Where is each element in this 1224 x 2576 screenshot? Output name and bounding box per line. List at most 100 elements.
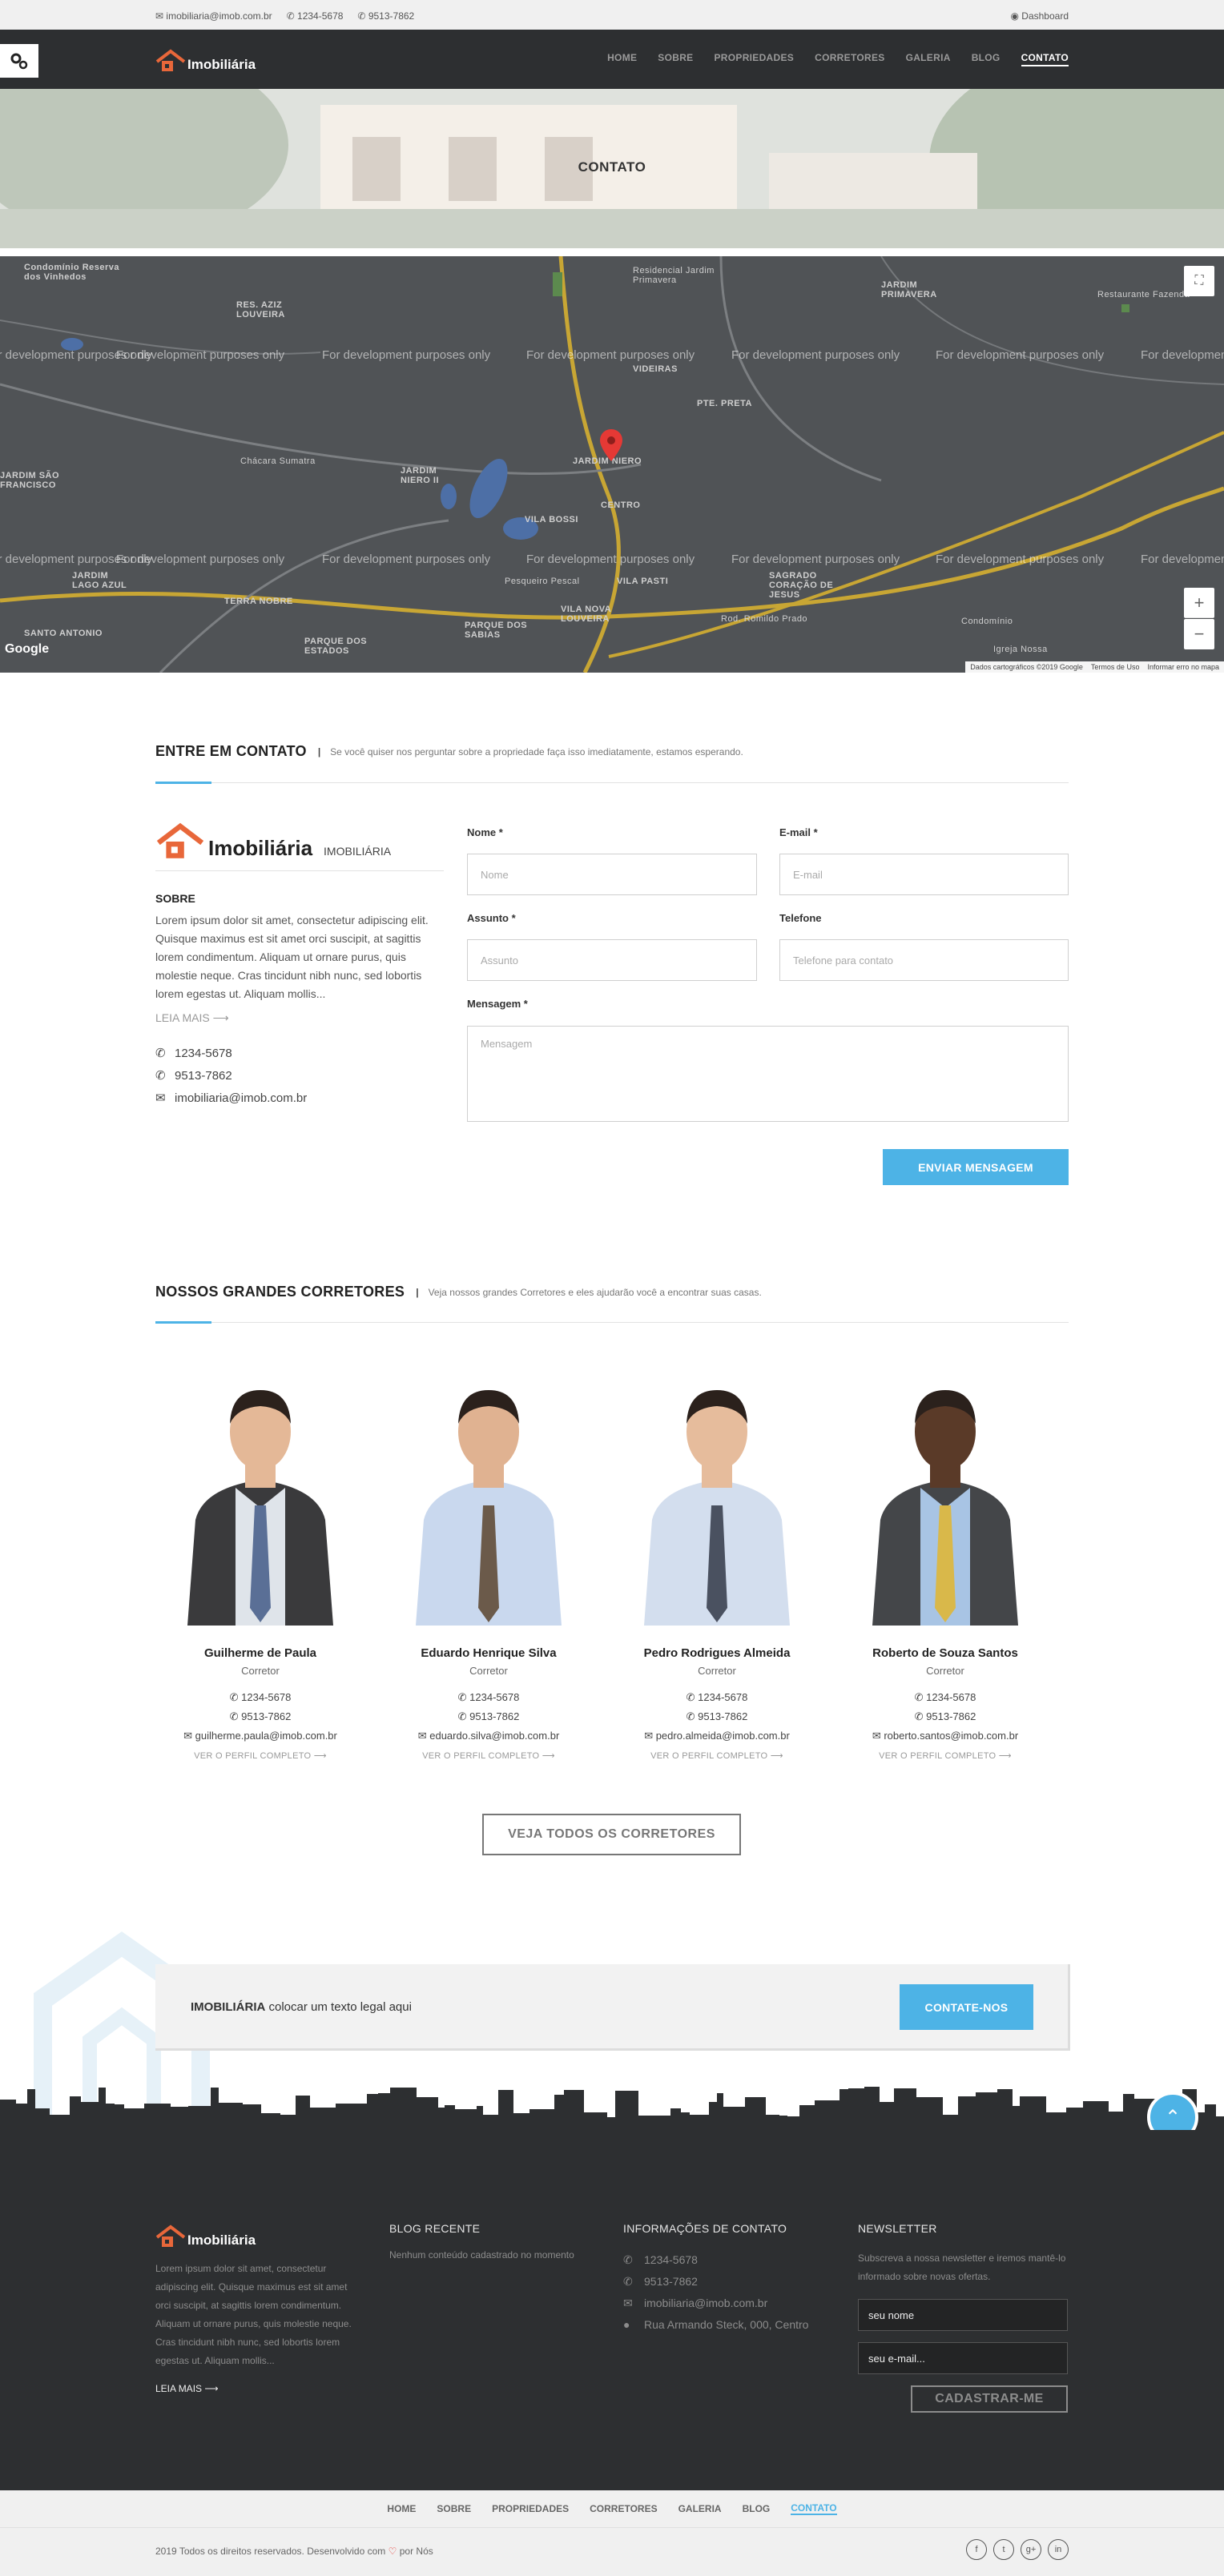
agent-profile-link[interactable]: VER O PERFIL COMPLETO ⟶ xyxy=(612,1750,822,1761)
map-label: VILA NOVA LOUVEIRA xyxy=(561,605,611,624)
phone-icon: ✆ xyxy=(623,2275,633,2288)
map-attribution: Dados cartográficos ©2019 Google Termos … xyxy=(965,661,1224,673)
nav-propriedades[interactable]: PROPRIEDADES xyxy=(714,52,794,66)
city-skyline-graphic xyxy=(0,2076,1224,2132)
site-footer: Imobiliária Lorem ipsum dolor sit amet, … xyxy=(0,2130,1224,2490)
map-label: JARDIM LAGO AZUL xyxy=(72,571,127,590)
phone-icon: ✆ xyxy=(914,1710,927,1722)
read-more-link[interactable]: LEIA MAIS ⟶ xyxy=(155,1011,444,1025)
topbar-phone2: ✆ 9513-7862 xyxy=(357,10,415,22)
map-terms-link[interactable]: Termos de Uso xyxy=(1091,663,1140,671)
map-label: VILA BOSSI xyxy=(525,515,578,524)
zoom-out-button[interactable]: − xyxy=(1184,619,1214,649)
zoom-in-button[interactable]: + xyxy=(1184,588,1214,618)
map-label: TERRA NOBRE xyxy=(224,597,293,606)
copyright-bar: 2019 Todos os direitos reservados. Desen… xyxy=(0,2527,1224,2576)
map-watermark: For development purposes only xyxy=(526,553,695,566)
arrow-right-icon: ⟶ xyxy=(313,1751,327,1761)
map-label: Condomínio Reserva dos Vinhedos xyxy=(24,263,120,282)
facebook-icon[interactable]: f xyxy=(966,2539,987,2560)
email-input[interactable]: E-mail xyxy=(779,854,1069,895)
footer-nav-home[interactable]: HOME xyxy=(387,2503,416,2514)
name-input[interactable]: Nome xyxy=(467,854,757,895)
newsletter-email-input[interactable]: seu e-mail... xyxy=(858,2342,1068,2374)
map-watermark: For development purposes only xyxy=(731,348,900,362)
map-watermark: For development purposes only xyxy=(526,348,695,362)
footer-blog-empty: Nenhum conteúdo cadastrado no momento xyxy=(389,2249,574,2261)
map-report-link[interactable]: Informar erro no mapa xyxy=(1147,663,1219,671)
site-logo[interactable]: Imobiliária xyxy=(155,44,256,73)
agent-profile-link[interactable]: VER O PERFIL COMPLETO ⟶ xyxy=(840,1750,1050,1761)
agent-card: Guilherme de Paula Corretor ✆ 1234-5678 ✆ 9… xyxy=(155,1368,365,1761)
footer-nav-contato[interactable]: CONTATO xyxy=(791,2502,837,2515)
section-divider xyxy=(155,782,1069,784)
gear-icon xyxy=(10,53,28,70)
dashboard-link[interactable]: ◉ Dashboard xyxy=(1010,10,1069,22)
nav-contato[interactable]: CONTATO xyxy=(1021,52,1069,66)
view-all-agents-button[interactable]: VEJA TODOS OS CORRETORES xyxy=(482,1814,741,1855)
newsletter-name-input[interactable]: seu nome xyxy=(858,2299,1068,2331)
send-message-button[interactable]: ENVIAR MENSAGEM xyxy=(883,1149,1069,1185)
phone-input[interactable]: Telefone para contato xyxy=(779,939,1069,981)
agent-portrait-image xyxy=(612,1368,822,1626)
agent-photo[interactable] xyxy=(384,1368,594,1626)
agent-profile-link[interactable]: VER O PERFIL COMPLETO ⟶ xyxy=(384,1750,594,1761)
contact-us-button[interactable]: CONTATE-NOS xyxy=(900,1984,1033,2030)
footer-nav-corretores[interactable]: CORRETORES xyxy=(590,2503,657,2514)
agent-profile-link[interactable]: VER O PERFIL COMPLETO ⟶ xyxy=(155,1750,365,1761)
subscribe-button[interactable]: CADASTRAR-ME xyxy=(911,2385,1068,2413)
contact-details: ✆ 1234-5678 ✆ 9513-7862 ✉ imobiliaria@imob.… xyxy=(155,1043,444,1110)
google-plus-icon[interactable]: g+ xyxy=(1021,2539,1041,2560)
google-map[interactable]: Condomínio Reserva dos Vinhedos RES. AZI… xyxy=(0,256,1224,673)
phone-icon: ✆ xyxy=(155,1047,166,1060)
chevron-up-icon: ⌃ xyxy=(1164,2106,1182,2128)
settings-gear-button[interactable] xyxy=(0,44,38,78)
linkedin-icon[interactable]: in xyxy=(1048,2539,1069,2560)
email-label: E-mail * xyxy=(779,826,818,838)
footer-nav-galeria[interactable]: GALERIA xyxy=(678,2503,722,2514)
nav-home[interactable]: HOME xyxy=(607,52,637,66)
footer-nav-propriedades[interactable]: PROPRIEDADES xyxy=(492,2503,569,2514)
agent-email[interactable]: ✉ eduardo.silva@imob.com.br xyxy=(384,1730,594,1742)
envelope-icon: ✉ xyxy=(183,1730,195,1742)
map-label: JARDIM PRIMAVERA xyxy=(881,280,937,299)
agent-email[interactable]: ✉ pedro.almeida@imob.com.br xyxy=(612,1730,822,1742)
house-logo-icon xyxy=(155,49,186,71)
footer-nav-blog[interactable]: BLOG xyxy=(743,2503,771,2514)
topbar-email[interactable]: ✉ imobiliaria@imob.com.br xyxy=(155,10,272,22)
cta-box: IMOBILIÁRIA colocar um texto legal aqui … xyxy=(155,1964,1070,2051)
agent-email[interactable]: ✉ roberto.santos@imob.com.br xyxy=(840,1730,1050,1742)
footer-logo[interactable]: Imobiliária xyxy=(155,2224,356,2248)
agent-email[interactable]: ✉ guilherme.paula@imob.com.br xyxy=(155,1730,365,1742)
twitter-icon[interactable]: t xyxy=(993,2539,1014,2560)
footer-read-more[interactable]: LEIA MAIS ⟶ xyxy=(155,2383,356,2394)
map-label: PARQUE DOS ESTADOS xyxy=(304,637,368,656)
agent-name[interactable]: Guilherme de Paula xyxy=(155,1646,365,1660)
agent-photo[interactable] xyxy=(840,1368,1050,1626)
map-marker-icon[interactable] xyxy=(600,429,622,461)
nav-blog[interactable]: BLOG xyxy=(972,52,1001,66)
footer-nav-sobre[interactable]: SOBRE xyxy=(437,2503,471,2514)
location-icon: ● xyxy=(623,2318,630,2331)
agent-phone1: ✆ 1234-5678 xyxy=(229,1691,292,1703)
fullscreen-button[interactable]: ⛶ xyxy=(1184,266,1214,296)
nav-corretores[interactable]: CORRETORES xyxy=(815,52,884,66)
subject-input[interactable]: Assunto xyxy=(467,939,757,981)
agent-photo[interactable] xyxy=(612,1368,822,1626)
nav-galeria[interactable]: GALERIA xyxy=(906,52,951,66)
contact-sidebar: Imobiliária IMOBILIÁRIA SOBRE Lorem ipsu… xyxy=(155,822,444,1110)
footer-email[interactable]: ✉ imobiliaria@imob.com.br xyxy=(623,2293,833,2314)
name-label: Nome * xyxy=(467,826,503,838)
agent-photo[interactable] xyxy=(155,1368,365,1626)
map-label: JARDIM SÃO FRANCISCO xyxy=(0,471,60,490)
agent-name[interactable]: Roberto de Souza Santos xyxy=(840,1646,1050,1660)
nav-sobre[interactable]: SOBRE xyxy=(658,52,693,66)
main-nav: HOME SOBRE PROPRIEDADES CORRETORES GALER… xyxy=(607,52,1069,66)
agent-name[interactable]: Pedro Rodrigues Almeida xyxy=(612,1646,822,1660)
message-textarea[interactable]: Mensagem xyxy=(467,1026,1069,1122)
arrow-right-icon: ⟶ xyxy=(212,1011,229,1024)
agent-portrait-image xyxy=(155,1368,365,1626)
agent-name[interactable]: Eduardo Henrique Silva xyxy=(384,1646,594,1660)
contact-email[interactable]: ✉ imobiliaria@imob.com.br xyxy=(155,1087,444,1110)
envelope-icon: ✉ xyxy=(644,1730,656,1742)
